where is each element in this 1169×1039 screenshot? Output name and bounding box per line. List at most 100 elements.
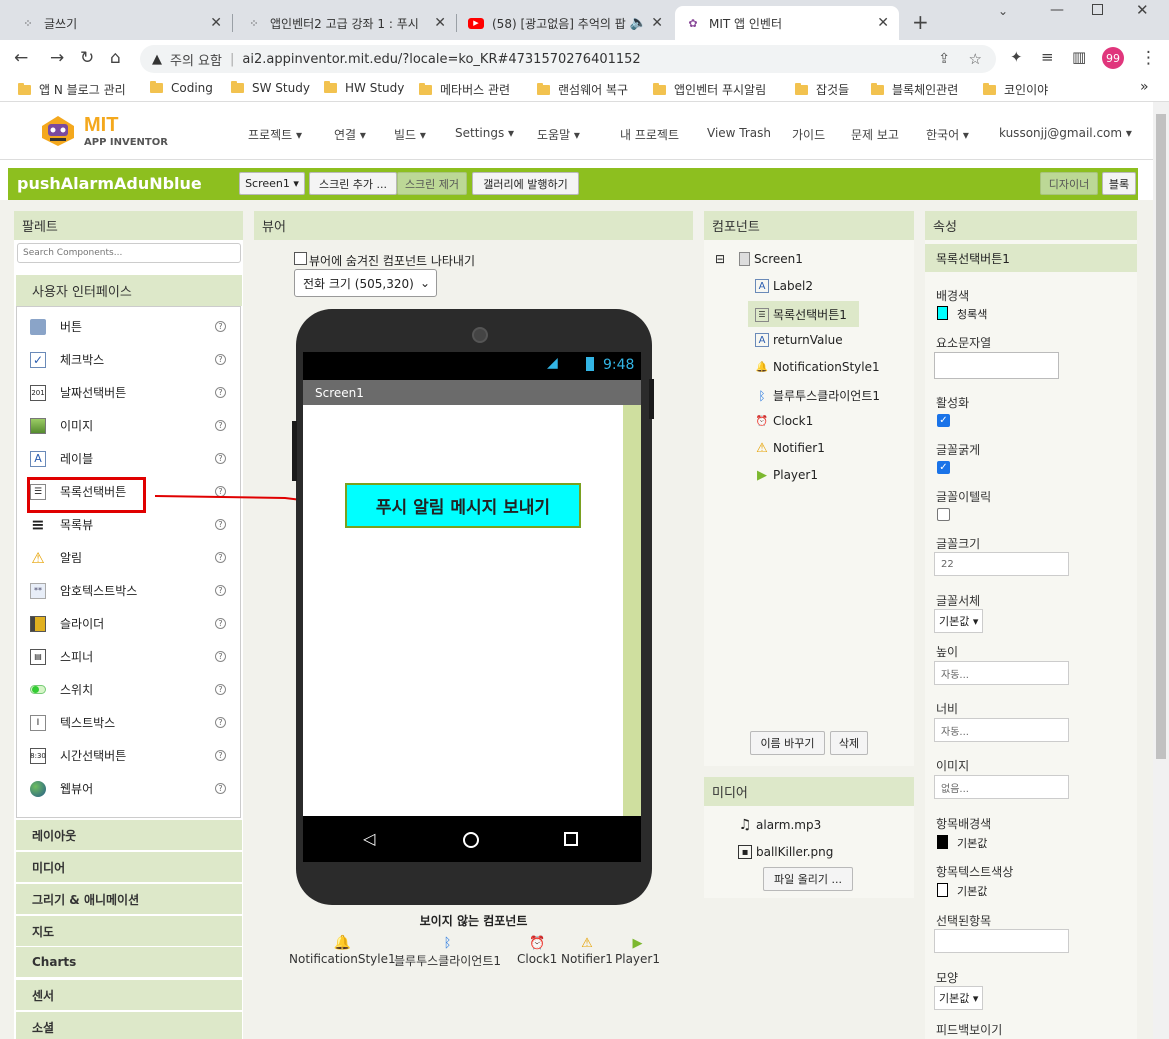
bookmark-folder[interactable]: 메타버스 관련 [419,81,510,98]
bookmarks-overflow[interactable]: » [1140,79,1149,95]
bgcolor-swatch[interactable] [937,306,948,320]
prop-fontsize-input[interactable]: 22 [934,552,1069,576]
close-icon[interactable]: ✕ [877,15,889,31]
media-file-alarm[interactable]: ♫ alarm.mp3 [738,817,822,833]
menu-connect[interactable]: 연결 ▾ [334,126,366,143]
chevron-down-icon[interactable]: ⌄ [998,4,1008,18]
prop-elements-textarea[interactable] [934,352,1059,379]
phone-screen[interactable]: 푸시 알림 메시지 보내기 [303,405,641,816]
tree-notificationstyle1[interactable]: 🔔 NotificationStyle1 [755,360,880,374]
publish-gallery-button[interactable]: 갤러리에 발행하기 [472,172,579,195]
palette-item-slider[interactable]: 슬라이더? [16,607,240,640]
prop-enabled-checkbox[interactable]: ✓ [937,414,950,427]
help-icon[interactable]: ? [215,585,226,596]
share-icon[interactable]: ⇪ [938,51,950,67]
menu-guide[interactable]: 가이드 [792,126,825,143]
nonvisible-notificationstyle[interactable]: 🔔 NotificationStyle1 [289,934,396,966]
category-media[interactable]: 미디어 [16,851,242,882]
itemtext-swatch[interactable] [937,883,948,897]
listpicker-preview-button[interactable]: 푸시 알림 메시지 보내기 [345,483,581,528]
prop-shape-select[interactable]: 기본값 ▾ [934,986,984,1010]
category-layout[interactable]: 레이아웃 [16,819,242,850]
tab-youtube[interactable]: ▶ (58) [광고없음] 추억의 팝 🔈 ✕ [458,6,673,40]
help-icon[interactable]: ? [215,750,226,761]
prop-italic-checkbox[interactable] [937,508,950,521]
home-icon[interactable]: ⌂ [110,48,121,68]
rename-button[interactable]: 이름 바꾸기 [750,731,825,755]
bookmark-folder[interactable]: Coding [150,81,213,95]
tree-notifier1[interactable]: ⚠ Notifier1 [755,441,825,456]
bookmark-folder[interactable]: 잡것들 [795,81,849,98]
palette-item-timepicker[interactable]: 8:30 시간선택버튼? [16,739,240,772]
palette-item-webviewer[interactable]: 웹뷰어? [16,772,240,805]
help-icon[interactable]: ? [215,684,226,695]
prop-bold-checkbox[interactable]: ✓ [937,461,950,474]
page-scrollbar[interactable] [1153,102,1169,1039]
palette-item-spinner[interactable]: ▤ 스피너? [16,640,240,673]
prop-image-input[interactable]: 없음... [934,775,1069,799]
help-icon[interactable]: ? [215,552,226,563]
palette-item-passwordtextbox[interactable]: ** 암호텍스트박스? [16,574,240,607]
tree-listpicker1[interactable]: ☰ 목록선택버튼1 [755,306,847,323]
bookmark-folder[interactable]: 랜섬웨어 복구 [537,81,628,98]
help-icon[interactable]: ? [215,651,226,662]
help-icon[interactable]: ? [215,321,226,332]
menu-my-projects[interactable]: 내 프로젝트 [620,126,679,143]
speaker-icon[interactable]: 🔈 [630,15,647,31]
menu-help[interactable]: 도움말 ▾ [537,126,580,143]
tree-player1[interactable]: ▶ Player1 [755,468,818,483]
security-label[interactable]: 주의 요함 [170,50,222,69]
menu-report-issue[interactable]: 문제 보고 [851,126,899,143]
tab-lecture[interactable]: ⁘ 앱인벤터2 고급 강좌 1 : 푸시 ✕ [236,6,456,40]
help-icon[interactable]: ? [215,453,226,464]
profile-avatar[interactable]: 99 [1102,47,1124,69]
forward-icon[interactable]: → [50,48,64,68]
remove-screen-button[interactable]: 스크린 제거 [397,172,467,195]
menu-language[interactable]: 한국어 ▾ [926,126,969,143]
bookmark-folder[interactable]: SW Study [231,81,310,95]
tab-write[interactable]: ⁘ 글쓰기 ✕ [10,6,232,40]
blocks-button[interactable]: 블록 [1102,172,1136,195]
bookmark-folder[interactable]: 앱인벤터 푸시알림 [653,81,766,98]
menu-view-trash[interactable]: View Trash [707,126,771,140]
palette-item-switch[interactable]: 스위치? [16,673,240,706]
bookmark-folder[interactable]: 블록체인관련 [871,81,958,98]
delete-button[interactable]: 삭제 [830,731,868,755]
screen-select[interactable]: Screen1 ▾ [239,172,305,195]
category-charts[interactable]: Charts [16,946,242,977]
category-maps[interactable]: 지도 [16,915,242,946]
tree-bluetoothclient1[interactable]: ᛒ 블루투스클라이언트1 [755,387,880,404]
prop-height-input[interactable]: 자동... [934,661,1069,685]
palette-item-image[interactable]: 이미지? [16,409,240,442]
collapse-icon[interactable]: ⊟ [715,252,725,266]
prop-itembg-value[interactable]: 기본값 [957,835,987,851]
side-panel-icon[interactable]: ▥ [1072,48,1086,66]
back-icon[interactable]: ← [14,48,28,68]
tree-returnvalue[interactable]: AreturnValue [755,333,843,347]
prop-width-input[interactable]: 자동... [934,718,1069,742]
bookmark-folder[interactable]: 코인이야 [983,81,1048,98]
category-social[interactable]: 소셜 [16,1011,242,1039]
show-hidden-checkbox[interactable] [294,252,307,265]
close-icon[interactable]: ✕ [651,15,663,31]
extensions-icon[interactable]: ✦ [1010,48,1023,66]
palette-search-input[interactable] [17,243,241,263]
tree-screen1[interactable]: Screen1 [739,252,803,266]
nonvisible-bluetoothclient[interactable]: ᛒ 블루투스클라이언트1 [394,934,501,969]
nonvisible-clock[interactable]: ⏰ Clock1 [517,934,557,967]
new-tab-button[interactable]: + [912,10,929,34]
help-icon[interactable]: ? [215,783,226,794]
menu-settings[interactable]: Settings ▾ [455,126,514,140]
itembg-swatch[interactable] [937,835,948,849]
close-window-button[interactable]: ✕ [1136,1,1149,19]
prop-bgcolor-value[interactable]: 청록색 [957,306,987,322]
upload-file-button[interactable]: 파일 올리기 ... [763,867,853,891]
help-icon[interactable]: ? [215,420,226,431]
scrollbar-thumb[interactable] [1156,114,1166,759]
reload-icon[interactable]: ↻ [80,48,94,68]
url-text[interactable]: ai2.appinventor.mit.edu/?locale=ko_KR#47… [242,52,640,67]
tab-mit-app-inventor[interactable]: ✿ MIT 앱 인벤터 ✕ [675,6,899,40]
nonvisible-notifier[interactable]: ⚠ Notifier1 [561,934,613,967]
close-icon[interactable]: ✕ [210,15,222,31]
designer-button[interactable]: 디자이너 [1040,172,1098,195]
